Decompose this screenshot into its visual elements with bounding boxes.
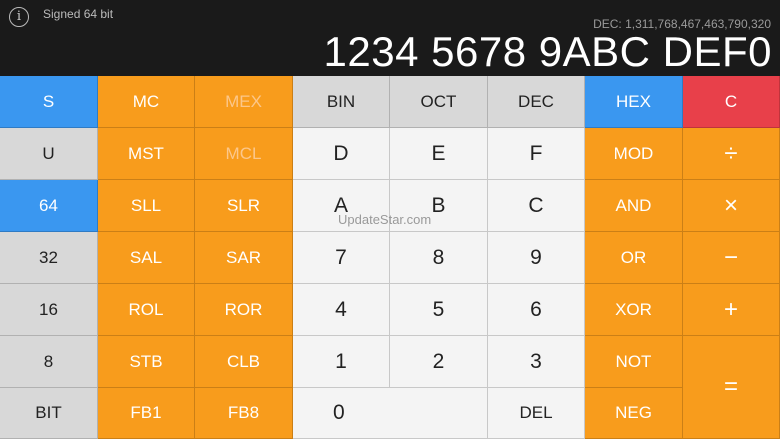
digit-8-button[interactable]: 8 bbox=[390, 232, 488, 284]
memory-exchange-button[interactable]: MEX bbox=[195, 76, 293, 128]
modulo-button[interactable]: MOD bbox=[585, 128, 683, 180]
rotate-right-button[interactable]: ROR bbox=[195, 284, 293, 336]
decimal-mode-button[interactable]: DEC bbox=[488, 76, 585, 128]
hex-mode-button[interactable]: HEX bbox=[585, 76, 683, 128]
word-size-8-button[interactable]: 8 bbox=[0, 336, 98, 388]
digit-2-button[interactable]: 2 bbox=[390, 336, 488, 388]
digit-b-button[interactable]: B bbox=[390, 180, 488, 232]
shift-left-logical-button[interactable]: SLL bbox=[98, 180, 195, 232]
unsigned-mode-button[interactable]: U bbox=[0, 128, 98, 180]
digit-0-button[interactable]: 0 bbox=[293, 388, 488, 439]
shift-right-logical-button[interactable]: SLR bbox=[195, 180, 293, 232]
info-icon[interactable]: i bbox=[9, 7, 29, 27]
divide-button[interactable]: ÷ bbox=[683, 128, 780, 180]
main-display-value: 1234 5678 9ABC DEF0 bbox=[323, 28, 772, 75]
set-bit-button[interactable]: STB bbox=[98, 336, 195, 388]
delete-button[interactable]: DEL bbox=[488, 388, 585, 439]
digit-d-button[interactable]: D bbox=[293, 128, 390, 180]
digit-e-button[interactable]: E bbox=[390, 128, 488, 180]
digit-1-button[interactable]: 1 bbox=[293, 336, 390, 388]
digit-4-button[interactable]: 4 bbox=[293, 284, 390, 336]
digit-9-button[interactable]: 9 bbox=[488, 232, 585, 284]
digit-5-button[interactable]: 5 bbox=[390, 284, 488, 336]
binary-mode-button[interactable]: BIN bbox=[293, 76, 390, 128]
negate-button[interactable]: NEG bbox=[585, 388, 683, 439]
clear-button[interactable]: C bbox=[683, 76, 780, 128]
word-size-32-button[interactable]: 32 bbox=[0, 232, 98, 284]
signed-mode-button[interactable]: S bbox=[0, 76, 98, 128]
display-panel: i Signed 64 bit DEC: 1,311,768,467,463,7… bbox=[0, 0, 780, 76]
equals-button[interactable]: = bbox=[683, 336, 780, 439]
digit-7-button[interactable]: 7 bbox=[293, 232, 390, 284]
clear-bit-button[interactable]: CLB bbox=[195, 336, 293, 388]
xor-button[interactable]: XOR bbox=[585, 284, 683, 336]
digit-f-button[interactable]: F bbox=[488, 128, 585, 180]
memory-recall-button[interactable]: MCL bbox=[195, 128, 293, 180]
digit-3-button[interactable]: 3 bbox=[488, 336, 585, 388]
shift-arithmetic-right-button[interactable]: SAR bbox=[195, 232, 293, 284]
flip-byte-8-button[interactable]: FB8 bbox=[195, 388, 293, 439]
octal-mode-button[interactable]: OCT bbox=[390, 76, 488, 128]
and-button[interactable]: AND bbox=[585, 180, 683, 232]
not-button[interactable]: NOT bbox=[585, 336, 683, 388]
memory-clear-button[interactable]: MC bbox=[98, 76, 195, 128]
digit-6-button[interactable]: 6 bbox=[488, 284, 585, 336]
subtract-button[interactable]: − bbox=[683, 232, 780, 284]
or-button[interactable]: OR bbox=[585, 232, 683, 284]
digit-a-button[interactable]: A bbox=[293, 180, 390, 232]
memory-store-button[interactable]: MST bbox=[98, 128, 195, 180]
word-size-16-button[interactable]: 16 bbox=[0, 284, 98, 336]
flip-bit-1-button[interactable]: FB1 bbox=[98, 388, 195, 439]
bit-mode-button[interactable]: BIT bbox=[0, 388, 98, 439]
digit-c-button[interactable]: C bbox=[488, 180, 585, 232]
mode-label: Signed 64 bit bbox=[43, 7, 114, 21]
rotate-left-button[interactable]: ROL bbox=[98, 284, 195, 336]
word-size-64-button[interactable]: 64 bbox=[0, 180, 98, 232]
multiply-button[interactable]: × bbox=[683, 180, 780, 232]
shift-arithmetic-left-button[interactable]: SAL bbox=[98, 232, 195, 284]
add-button[interactable]: + bbox=[683, 284, 780, 336]
